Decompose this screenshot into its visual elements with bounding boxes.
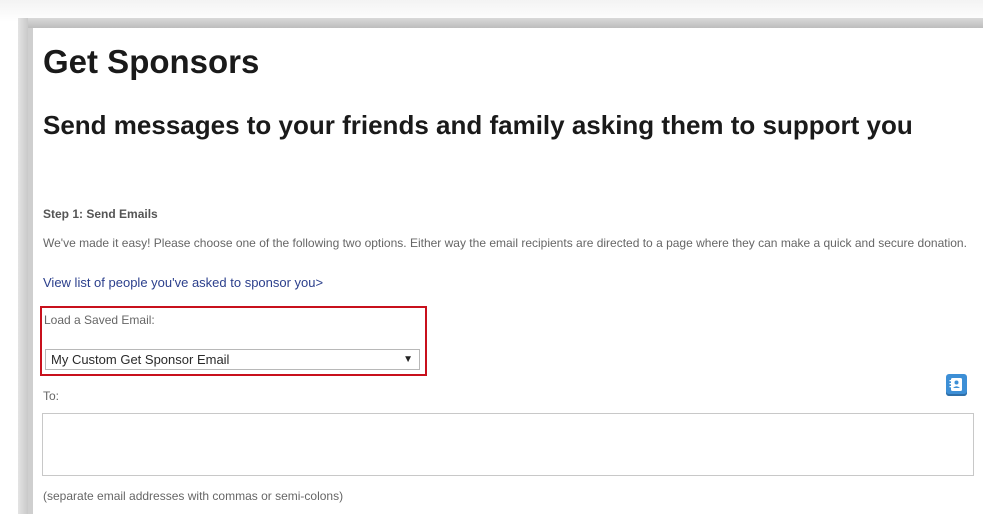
view-sponsor-list-link[interactable]: View list of people you've asked to spon…	[43, 275, 323, 291]
saved-email-highlight-box: Load a Saved Email: My Custom Get Sponso…	[40, 306, 427, 376]
page-subtitle: Send messages to your friends and family…	[43, 110, 913, 140]
step-label: Step 1: Send Emails	[43, 207, 158, 221]
caret-down-icon: ▼	[403, 354, 413, 365]
address-book-icon[interactable]	[946, 374, 967, 396]
page-frame: Get Sponsors Send messages to your frien…	[0, 0, 983, 514]
saved-email-selected-value: My Custom Get Sponsor Email	[51, 352, 230, 367]
left-shadow	[18, 18, 28, 514]
saved-email-select[interactable]: My Custom Get Sponsor Email ▼	[45, 349, 420, 370]
to-recipients-field[interactable]	[42, 413, 974, 476]
step-intro: We've made it easy! Please choose one of…	[43, 236, 967, 250]
saved-email-label: Load a Saved Email:	[44, 313, 155, 327]
top-border	[18, 18, 983, 28]
page-title: Get Sponsors	[43, 43, 260, 80]
recipients-hint: (separate email addresses with commas or…	[43, 489, 344, 503]
to-label: To:	[43, 389, 60, 403]
content-panel: Get Sponsors Send messages to your frien…	[33, 28, 983, 514]
